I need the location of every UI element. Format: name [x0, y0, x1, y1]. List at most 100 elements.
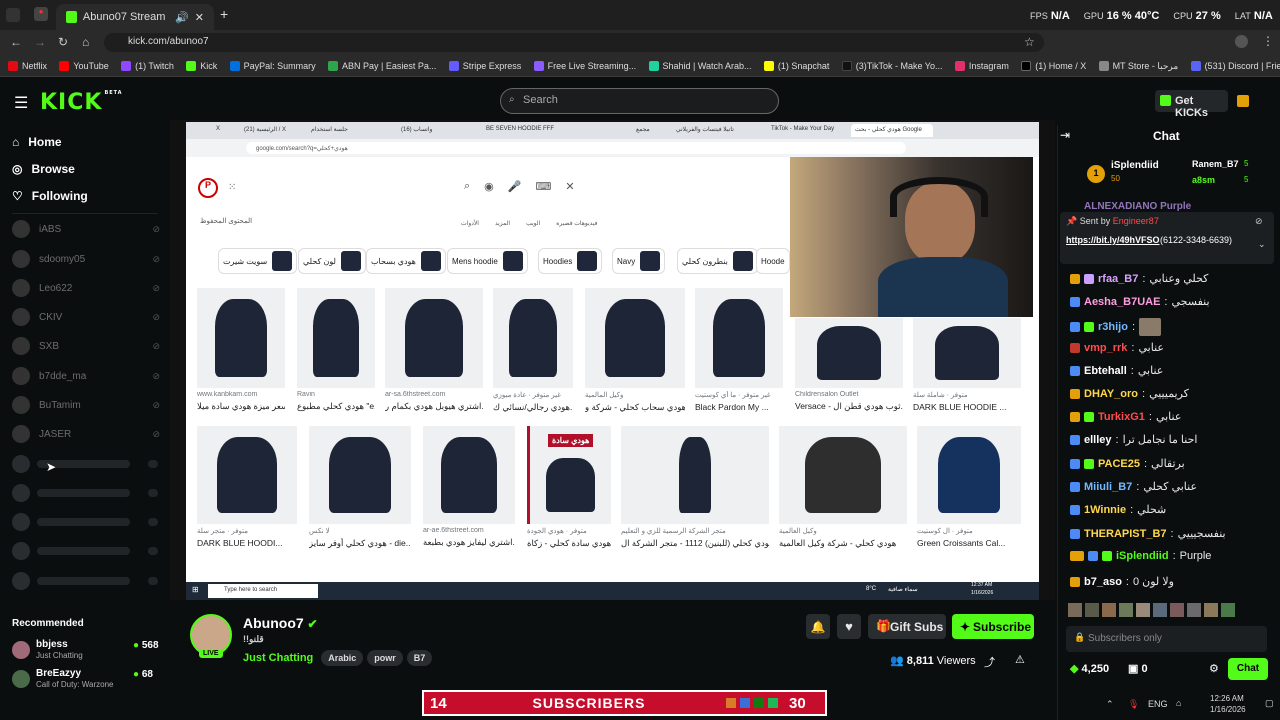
bookmark[interactable]: Stripe Express [448, 61, 521, 71]
tag[interactable]: powr [367, 650, 403, 666]
image-result[interactable]: وكيل المالميةهودي سحاب كحلي - شركة و... [585, 288, 685, 413]
kick-logo[interactable]: KICK BETA [40, 90, 123, 115]
image-result[interactable]: ar-sa.6thstreet.com اشتري هيوبل هودي بكما… [385, 288, 483, 412]
image-result[interactable]: هودي سادة متوفر · هودي الجودة هودي سادة كح… [527, 426, 611, 549]
image-result[interactable]: لا نكس هودي كحلي أوفر سايز - die... [309, 426, 411, 549]
bookmark[interactable]: Shahid | Watch Arab... [648, 61, 752, 71]
bookmark[interactable]: (1) Snapchat [763, 61, 829, 71]
date[interactable]: 1/16/2026 [1210, 705, 1246, 714]
pinned-link[interactable]: https://bit.ly/49hVFSO [1066, 235, 1160, 245]
image-result[interactable]: غير متوفر · عادة ميوزي هودي رجالي/نسائي ك… [493, 288, 573, 413]
followed-channel[interactable]: BuTamim ⊘ [12, 396, 162, 414]
filter-chip[interactable]: Hoode [756, 248, 790, 274]
sidebar-item-home[interactable]: ⌂ Home [12, 135, 62, 149]
subscribe-button[interactable]: ✦ Subscribe [952, 614, 1034, 639]
recommended-channel[interactable]: bbjess Just Chatting ● 568 [12, 639, 162, 663]
image-result[interactable]: متوفر · شاملة سلة DARK BLUE HOODIE ... [913, 318, 1021, 412]
profile-avatar[interactable] [1235, 35, 1248, 48]
filter-chip[interactable]: بنطرون كحلي [677, 248, 758, 274]
hamburger-icon[interactable]: ☰ [14, 93, 28, 113]
forward-icon[interactable]: → [34, 35, 46, 49]
points-balance[interactable]: ▣ 0 [1128, 662, 1148, 675]
filter-chip[interactable]: Navy [612, 248, 666, 274]
speaker-icon[interactable]: 🔊 [175, 11, 189, 24]
kicks-balance[interactable]: ◆ 4,250 [1070, 662, 1109, 675]
bookmark[interactable]: PayPal: Summary [229, 61, 316, 71]
network-icon[interactable]: ⌂ [1176, 698, 1181, 708]
chevron-up-icon[interactable]: ⌃ [1106, 699, 1114, 710]
unpin-icon[interactable]: ⊘ [1255, 216, 1263, 227]
user-avatar[interactable] [1237, 95, 1249, 107]
image-result[interactable]: غير متوفر · ما أي كوستيت Black Pardon My … [695, 288, 783, 412]
offline-icon: ⊘ [152, 399, 160, 410]
image-result[interactable]: www.kanbkam.comسعر ميزة هودي سادة ميلا..… [197, 288, 285, 412]
mic-icon[interactable]: 🎙 [1128, 699, 1139, 710]
collapse-chat-icon[interactable]: ⇥ [1060, 128, 1070, 142]
filter-chip[interactable]: هودي بسحاب [366, 248, 446, 274]
pinned-tab[interactable]: ● [34, 7, 48, 21]
sidebar-item-following[interactable]: ♡ Following [12, 189, 88, 203]
image-result[interactable]: وكيل العالمية هودي كحلي - شركة وكيل العال… [779, 426, 907, 549]
bookmark[interactable]: Free Live Streaming... [533, 61, 636, 71]
chevron-down-icon[interactable]: ⌄ [1258, 239, 1266, 250]
filter-chip[interactable]: Hoodies [538, 248, 603, 274]
star-icon[interactable]: ☆ [1024, 35, 1035, 49]
bookmark[interactable]: ABN Pay | Easiest Pa... [328, 61, 436, 71]
followed-channel[interactable]: SXB ⊘ [12, 337, 162, 355]
bookmark[interactable]: (3)TikTok - Make Yo... [841, 61, 942, 71]
new-tab-button[interactable]: + [220, 6, 228, 22]
chat-input[interactable]: 🔒 Subscribers only [1066, 626, 1267, 652]
reload-icon[interactable]: ↻ [58, 35, 68, 49]
live-badge: LIVE [199, 649, 223, 658]
followed-channel[interactable]: sdoomy05 ⊘ [12, 250, 162, 268]
notification-icon[interactable]: ▢ [1265, 698, 1274, 709]
followed-channel[interactable]: b7dde_ma ⊘ [12, 367, 162, 385]
bookmark[interactable]: (531) Discord | Frien... [1190, 61, 1280, 71]
image-result[interactable]: ar-ae.6thstreet.com اشتري ليفايز هودي بطب… [423, 426, 515, 548]
gift-subs-button[interactable]: 🎁 Gift Subs [868, 614, 946, 639]
filter-chip[interactable]: لون كحلي [298, 248, 366, 274]
send-chat-button[interactable]: Chat [1228, 658, 1268, 680]
followed-channel[interactable]: Leo622 ⊘ [12, 279, 162, 297]
clock[interactable]: 12:26 AM [1210, 694, 1244, 703]
image-result[interactable]: متوفر · متجر سلة DARK BLUE HOODI... [197, 426, 297, 548]
followed-channel[interactable]: iABS ⊘ [12, 220, 162, 238]
tag[interactable]: B7 [406, 650, 433, 666]
close-tab-icon[interactable]: ✕ [195, 11, 204, 24]
home-icon[interactable]: ⌂ [82, 35, 89, 49]
emote-bar[interactable] [1068, 603, 1258, 617]
bookmark[interactable]: Netflix [8, 61, 47, 71]
bookmark[interactable]: (1) Twitch [121, 61, 174, 71]
followed-channel[interactable]: CKIV ⊘ [12, 308, 162, 326]
channel-name[interactable]: Abunoo7 ✔ [243, 615, 318, 631]
category-link[interactable]: Just Chatting [243, 652, 313, 664]
gear-icon[interactable]: ⚙ [1209, 662, 1219, 675]
image-result[interactable]: متوفر · ال كوستيت Green Croissants Cal... [917, 426, 1021, 548]
search-input[interactable]: ⌕ Search [500, 88, 779, 114]
share-icon[interactable]: ⤴ [984, 654, 995, 670]
follow-heart-icon[interactable]: ♥ [837, 614, 861, 639]
back-icon[interactable]: ← [10, 35, 22, 49]
image-result[interactable]: متجر الشركة الرسمية للزي و التعليمهودي ك… [621, 426, 769, 549]
language-indicator[interactable]: ENG [1148, 699, 1168, 709]
sidebar-item-browse[interactable]: ◎ Browse [12, 162, 75, 176]
image-result[interactable]: Ravinهودي كحلي مطبوع "e... [297, 288, 375, 412]
notification-bell-icon[interactable]: 🔔 [806, 614, 830, 639]
menu-icon[interactable]: ⋮ [1262, 34, 1274, 48]
filter-chip[interactable]: Mens hoodie [447, 248, 528, 274]
recommended-channel[interactable]: BreEazyy Call of Duty: Warzone ● 68 [12, 668, 162, 692]
report-icon[interactable]: ⚠ [1015, 653, 1025, 666]
filter-chip[interactable]: سويت شيرت [218, 248, 298, 274]
url-input[interactable]: kick.com/abunoo7 [104, 33, 1044, 52]
bookmark[interactable]: Kick [186, 61, 217, 71]
active-tab[interactable]: Abuno07 Stream - Watch L 🔊 ✕ [56, 4, 214, 30]
bookmark[interactable]: Instagram [954, 61, 1009, 71]
bookmark[interactable]: (1) Home / X [1021, 61, 1086, 71]
tag[interactable]: Arabic [321, 650, 364, 666]
image-result[interactable]: Childrensalon Outlet Versace - ثوب هودي ق… [795, 318, 903, 412]
bookmark[interactable]: MT Store - مرحبا [1098, 61, 1178, 72]
tab-search-button[interactable] [6, 8, 20, 22]
get-kicks-button[interactable]: Get KICKs [1155, 90, 1228, 119]
bookmark[interactable]: YouTube [59, 61, 109, 71]
followed-channel[interactable]: JASER ⊘ [12, 425, 162, 443]
